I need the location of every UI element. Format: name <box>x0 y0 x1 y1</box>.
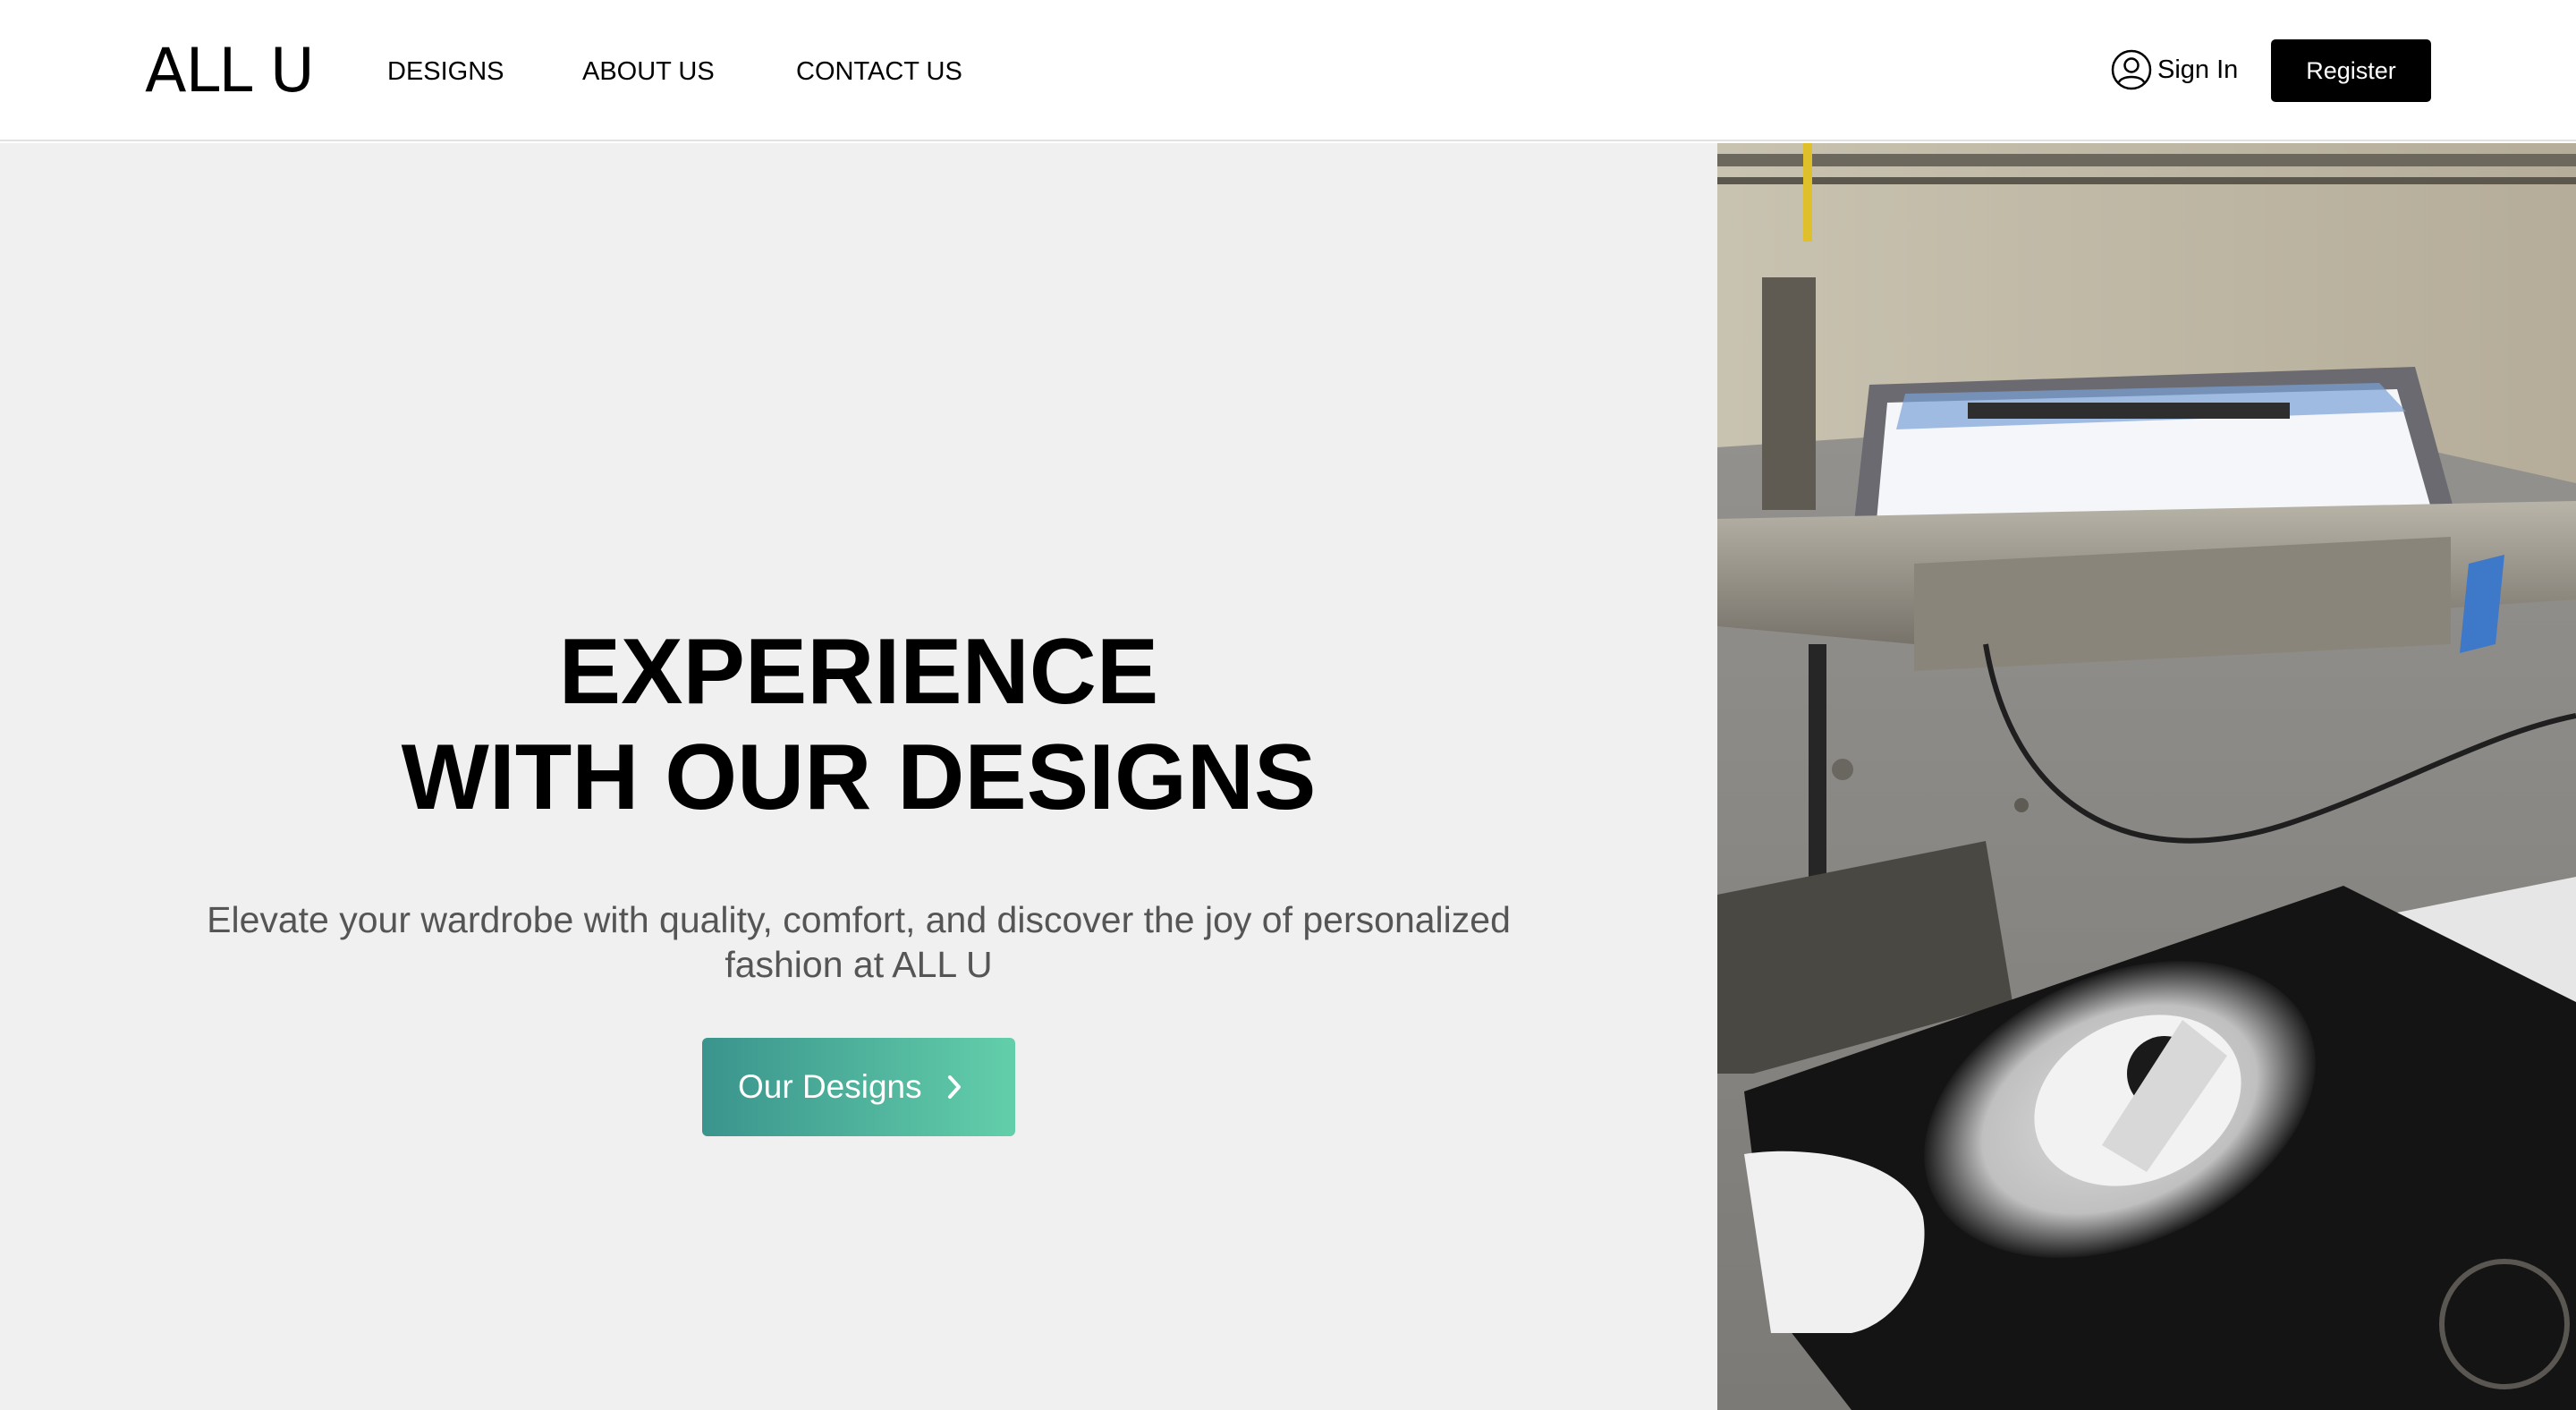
nav-link-designs[interactable]: DESIGNS <box>387 55 504 88</box>
hero-section: EXPERIENCE WITH OUR DESIGNS Elevate your… <box>0 143 1717 1410</box>
brand-logo[interactable]: ALL U <box>145 36 315 107</box>
hero-subtext: Elevate your wardrobe with quality, comf… <box>207 899 1511 985</box>
hero-headline-line2: WITH OUR DESIGNS <box>401 726 1317 829</box>
sign-in-link[interactable]: Sign In <box>2111 48 2238 91</box>
our-designs-button[interactable]: Our Designs <box>702 1038 1015 1136</box>
screen-printing-press-photo <box>1717 143 2576 1410</box>
sign-in-label: Sign In <box>2157 55 2239 84</box>
register-button[interactable]: Register <box>2271 39 2431 102</box>
user-circle-icon <box>2111 49 2152 90</box>
nav-link-about-us[interactable]: ABOUT US <box>582 55 715 88</box>
top-navbar: ALL U DESIGNS ABOUT US CONTACT US Sign I… <box>0 0 2576 141</box>
hero-headline-line1: EXPERIENCE <box>558 620 1159 724</box>
nav-link-contact-us[interactable]: CONTACT US <box>796 55 962 88</box>
chevron-right-icon <box>945 1074 963 1105</box>
our-designs-label: Our Designs <box>738 1068 922 1105</box>
